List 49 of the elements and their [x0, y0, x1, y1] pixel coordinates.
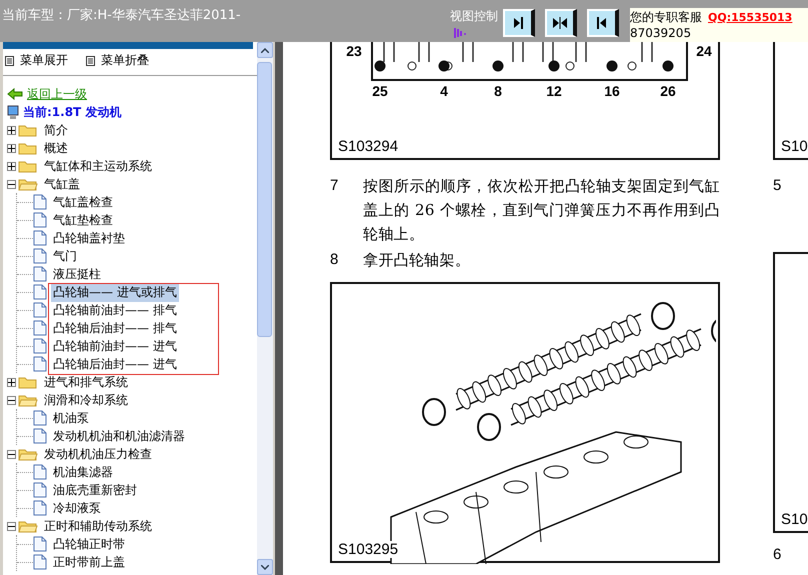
tree-item[interactable]: 冷却液泵 [51, 498, 103, 518]
tree-folder[interactable]: 进气和排气系统 [42, 372, 130, 392]
tree-folder[interactable]: 简介 [42, 120, 70, 140]
figure-caption: S103295 [338, 541, 400, 558]
callout-number: 23 [346, 43, 362, 59]
tree-item[interactable]: 机油集滤器 [51, 462, 115, 482]
tree-item[interactable]: 发动机机油和机油滤清器 [51, 426, 187, 446]
step-text: 按图所示的顺序，依次松开把凸轮轴支架固定到气缸盖上的 26 个螺栓，直到气门弹簧压力不再作用到凸轮轴上。 [363, 176, 720, 245]
callout-number: 25 [372, 83, 388, 99]
callout-number: 8 [494, 83, 502, 99]
phone-number: 87039205 [630, 26, 692, 40]
tree-item[interactable]: 凸轮轴正时带 [51, 534, 127, 554]
tree-item[interactable]: 气门 [51, 246, 79, 266]
tree-item[interactable]: 机油泵 [51, 408, 91, 428]
tree-folder[interactable]: 发动机机油压力检查 [42, 444, 154, 464]
menu-link[interactable]: 菜单折叠 [86, 52, 149, 69]
step-number: 8 [330, 250, 340, 270]
tree-item[interactable]: 凸轮轴—— 进气或排气 [51, 282, 179, 302]
tree-folder[interactable]: 气缸体和主运动系统 [42, 156, 154, 176]
step-number: 7 [330, 176, 340, 196]
tree-item[interactable]: 液压挺柱 [51, 264, 103, 284]
tree-item[interactable]: 正时带前上盖 [51, 552, 127, 572]
tree-item[interactable]: 凸轮轴盖衬垫 [51, 228, 127, 248]
tree-item[interactable]: 凸轮轴后油封—— 排气 [51, 318, 179, 338]
support-label: 您的专职客服 [630, 10, 702, 24]
callout-number: 4 [440, 83, 448, 99]
tree-item[interactable]: 凸轮轴后油封—— 进气 [51, 354, 179, 374]
view-control-label: 视图控制 [450, 8, 498, 25]
tree-item[interactable]: 凸轮轴前油封—— 排气 [51, 300, 179, 320]
callout-number: 12 [546, 83, 562, 99]
callout-number: 26 [660, 83, 676, 99]
tree-item[interactable]: 油底壳重新密封 [51, 480, 139, 500]
back-link[interactable]: 返回上一级 [27, 86, 87, 102]
menu-link[interactable]: 菜单展开 [5, 52, 68, 69]
step-number: 6 [773, 545, 782, 565]
tree-folder[interactable]: 润滑和冷却系统 [42, 390, 130, 410]
step-text: 拿开凸轮轴架。 [363, 250, 472, 271]
tree-folder[interactable]: 气缸盖 [42, 174, 82, 194]
tree-folder[interactable]: 概述 [42, 138, 70, 158]
tree-item[interactable]: 气缸垫检查 [51, 210, 115, 230]
callout-number: 24 [696, 43, 712, 59]
tree-folder[interactable]: 正时和辅助传动系统 [42, 516, 154, 536]
window-title: 当前车型：厂家:H-华泰汽车圣达菲2011- [1, 7, 242, 24]
callout-number: 16 [604, 83, 620, 99]
tree-item[interactable]: 凸轮轴前油封—— 进气 [51, 336, 179, 356]
step-number: 5 [773, 176, 782, 196]
tree-item[interactable]: 气缸盖检查 [51, 192, 115, 212]
qq-link[interactable]: QQ:15535013 [708, 11, 792, 24]
current-section: 当前:1.8T 发动机 [23, 104, 122, 120]
